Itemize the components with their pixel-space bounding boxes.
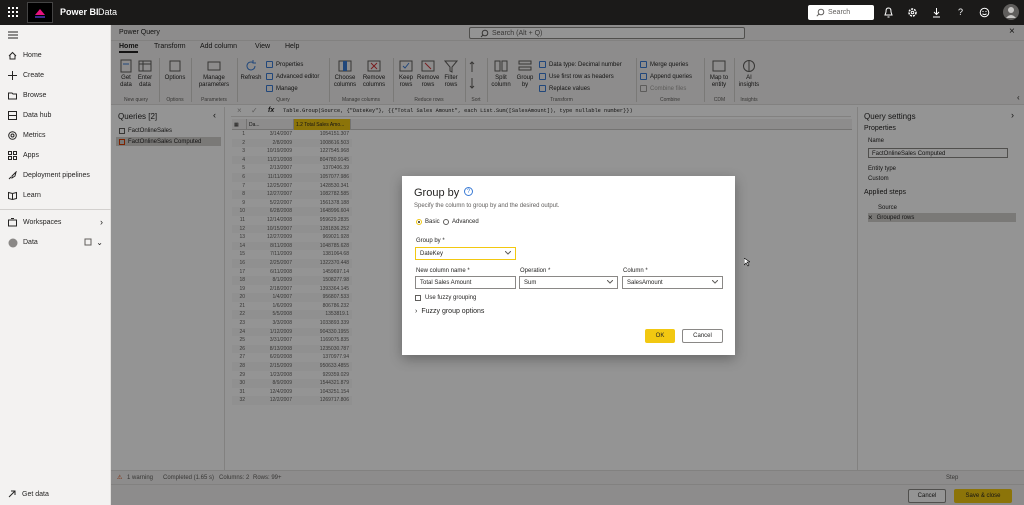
arrow-up-right-icon xyxy=(8,490,16,498)
nav-item-home[interactable]: Home xyxy=(0,47,111,63)
global-search-input[interactable]: Search xyxy=(808,5,874,20)
nav-item-learn[interactable]: Learn xyxy=(0,187,111,203)
chevron-down-icon[interactable]: ⌄ xyxy=(96,238,103,247)
help-icon[interactable]: ? xyxy=(955,7,966,18)
nav-item-apps[interactable]: Apps xyxy=(0,147,111,163)
fuzzy-grouping-checkbox[interactable]: Use fuzzy grouping xyxy=(415,295,476,301)
nav-item-data-hub[interactable]: Data hub xyxy=(0,107,111,123)
nav-label: Learn xyxy=(23,191,41,199)
book-icon xyxy=(8,191,17,200)
nav-label: Deployment pipelines xyxy=(23,171,90,179)
radio-label: Advanced xyxy=(452,219,479,225)
get-data-label: Get data xyxy=(22,491,49,498)
workspace-name[interactable]: Data xyxy=(98,7,117,17)
nav-label: Data xyxy=(23,238,38,246)
brand-name[interactable]: Power BI xyxy=(60,7,99,17)
chevron-down-icon xyxy=(712,280,718,284)
column-value: SalesAmount xyxy=(627,280,663,286)
operation-label: Operation * xyxy=(520,268,551,274)
download-icon[interactable] xyxy=(931,7,942,18)
nav-label: Apps xyxy=(23,151,39,159)
nav-item-data[interactable]: Data ⌄ xyxy=(0,234,111,250)
search-placeholder: Search xyxy=(828,9,851,16)
operation-select[interactable]: Sum xyxy=(519,276,618,289)
nav-label: Workspaces xyxy=(23,218,62,226)
new-column-name-input[interactable]: Total Sales Amount xyxy=(415,276,516,289)
dialog-cancel-button[interactable]: Cancel xyxy=(682,329,723,343)
workspace-avatar-icon xyxy=(8,238,18,247)
chevron-down-icon xyxy=(505,251,511,255)
radio-selected-icon xyxy=(416,219,422,225)
plus-icon xyxy=(8,70,17,80)
group-by-label: Group by * xyxy=(416,238,445,244)
nav-item-create[interactable]: Create xyxy=(0,67,111,83)
apps-icon xyxy=(8,150,17,160)
nav-label: Metrics xyxy=(23,131,46,139)
data-hub-icon xyxy=(8,110,17,120)
nav-item-metrics[interactable]: Metrics xyxy=(0,127,111,143)
help-icon[interactable]: ? xyxy=(464,187,473,196)
nav-item-browse[interactable]: Browse xyxy=(0,87,111,103)
gear-icon[interactable] xyxy=(907,7,918,18)
group-by-dialog: Group by ? Specify the column to group b… xyxy=(402,176,735,355)
workspace-settings-icon[interactable] xyxy=(84,238,92,246)
chevron-right-icon: › xyxy=(100,217,103,227)
folder-icon xyxy=(8,91,17,100)
search-icon xyxy=(816,8,825,17)
chevron-right-icon: › xyxy=(415,308,418,315)
rocket-icon xyxy=(8,170,17,180)
workspace-logo xyxy=(27,2,53,23)
nav-label: Data hub xyxy=(23,111,52,119)
hamburger-icon[interactable] xyxy=(8,31,18,39)
group-by-select[interactable]: DateKey xyxy=(415,247,516,260)
dialog-title: Group by xyxy=(414,187,460,199)
workspaces-icon xyxy=(8,217,17,227)
nav-label: Browse xyxy=(23,91,47,99)
mode-basic-radio[interactable]: Basic xyxy=(416,219,440,225)
fuzzy-group-options-toggle[interactable]: › Fuzzy group options xyxy=(415,308,484,315)
radio-icon xyxy=(443,219,449,225)
dialog-description: Specify the column to group by and the d… xyxy=(414,203,560,209)
column-select[interactable]: SalesAmount xyxy=(622,276,723,289)
avatar[interactable] xyxy=(1003,4,1019,20)
operation-value: Sum xyxy=(524,280,537,286)
checkbox-icon xyxy=(415,295,421,301)
app-launcher-icon[interactable] xyxy=(8,7,19,18)
radio-label: Basic xyxy=(425,219,440,225)
bell-icon[interactable] xyxy=(883,7,894,18)
home-icon xyxy=(8,51,17,60)
mouse-cursor-icon xyxy=(744,258,750,267)
nav-item-deployment-pipelines[interactable]: Deployment pipelines xyxy=(0,167,111,183)
chevron-down-icon xyxy=(607,280,613,284)
column-label: Column * xyxy=(623,268,648,274)
ok-button[interactable]: OK xyxy=(645,329,675,343)
feedback-icon[interactable] xyxy=(979,7,990,18)
nav-divider xyxy=(0,209,111,210)
group-by-value: DateKey xyxy=(420,251,444,257)
nav-label: Create xyxy=(23,71,45,79)
metrics-icon xyxy=(8,130,17,140)
nav-label: Home xyxy=(23,51,42,59)
new-column-name-label: New column name * xyxy=(416,268,470,274)
left-nav: Home Create Browse Data hub Metrics Apps… xyxy=(0,25,111,505)
nav-item-workspaces[interactable]: Workspaces › xyxy=(0,214,111,230)
checkbox-label: Use fuzzy grouping xyxy=(425,295,477,301)
fuzzy-options-label: Fuzzy group options xyxy=(421,308,485,315)
mode-advanced-radio[interactable]: Advanced xyxy=(443,219,479,225)
top-bar: Power BI Data Search ? xyxy=(0,0,1024,25)
get-data-button[interactable]: Get data xyxy=(0,484,111,505)
